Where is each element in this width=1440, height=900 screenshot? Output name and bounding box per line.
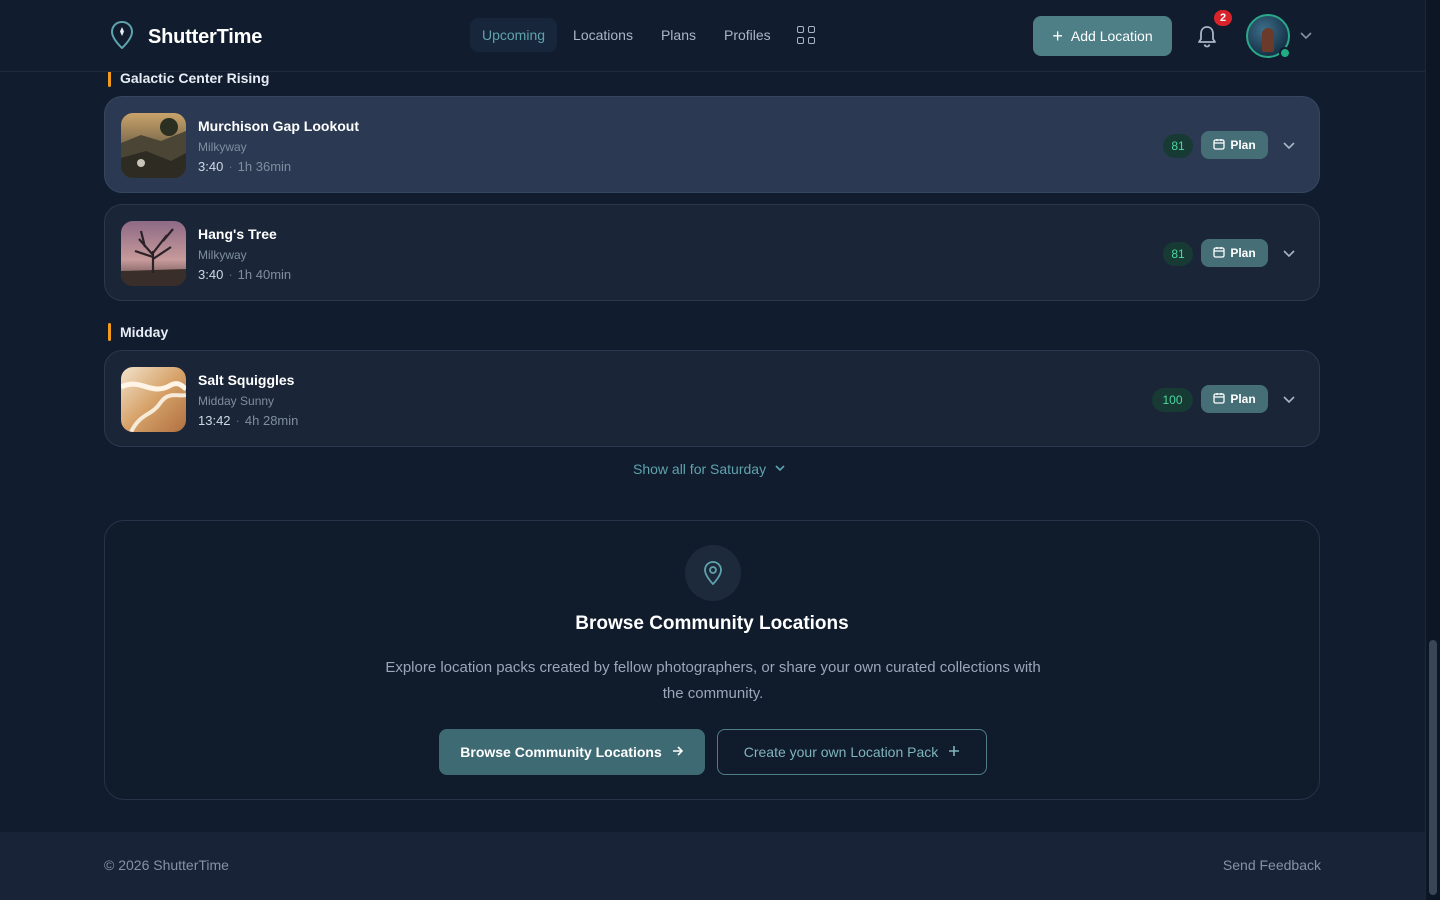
- plan-label: Plan: [1230, 138, 1256, 152]
- section-title: Midday: [120, 324, 169, 340]
- event-time: 3:40 · 1h 40min: [198, 267, 292, 282]
- notification-badge: 2: [1214, 10, 1232, 26]
- duration: 4h 28min: [244, 413, 299, 428]
- brand[interactable]: ShutterTime: [110, 20, 263, 54]
- location-type: Milkyway: [198, 248, 247, 262]
- arrow-right-icon: [672, 744, 684, 760]
- plan-label: Plan: [1230, 246, 1256, 260]
- add-location-button[interactable]: + Add Location: [1033, 16, 1172, 56]
- plus-icon: [948, 744, 960, 760]
- event-time: 13:42 · 4h 28min: [198, 413, 299, 428]
- score-badge: 81: [1163, 134, 1193, 158]
- start-time: 3:40: [198, 159, 224, 174]
- brand-name: ShutterTime: [148, 26, 263, 48]
- main-nav: Upcoming Locations Plans Profiles: [470, 18, 815, 52]
- community-description: Explore location packs created by fellow…: [385, 659, 1041, 702]
- nav-plans[interactable]: Plans: [649, 18, 708, 52]
- send-feedback-link[interactable]: Send Feedback: [1223, 857, 1321, 873]
- location-type: Midday Sunny: [198, 394, 275, 408]
- location-thumbnail: [121, 113, 186, 178]
- location-title: Salt Squiggles: [198, 372, 295, 388]
- community-title: Browse Community Locations: [575, 613, 849, 634]
- expand-chevron-icon[interactable]: [1282, 138, 1296, 157]
- start-time: 3:40: [198, 267, 224, 282]
- event-time: 3:40 · 1h 36min: [198, 159, 292, 174]
- create-pack-label: Create your own Location Pack: [743, 744, 939, 760]
- calendar-icon: [1213, 138, 1225, 153]
- plan-label: Plan: [1230, 392, 1256, 406]
- expand-chevron-icon[interactable]: [1282, 246, 1296, 265]
- location-pin-logo-icon: [110, 20, 134, 54]
- show-all-link[interactable]: Show all for Saturday: [633, 461, 786, 477]
- location-thumbnail: [121, 367, 186, 432]
- score-badge: 100: [1152, 388, 1193, 412]
- create-pack-button[interactable]: Create your own Location Pack: [717, 729, 987, 775]
- footer: © 2026 ShutterTime Send Feedback: [0, 832, 1425, 900]
- location-title: Hang's Tree: [198, 226, 277, 242]
- location-type: Milkyway: [198, 140, 247, 154]
- show-all-label: Show all for Saturday: [633, 461, 767, 477]
- section-marker: [108, 323, 111, 341]
- plan-button[interactable]: Plan: [1201, 239, 1268, 267]
- add-location-label: Add Location: [1070, 28, 1153, 44]
- score-badge: 81: [1163, 242, 1193, 266]
- duration: 1h 40min: [237, 267, 292, 282]
- plus-icon: +: [1052, 26, 1063, 46]
- browse-community-label: Browse Community Locations: [460, 744, 662, 760]
- location-card[interactable]: Hang's Tree Milkyway 3:40 · 1h 40min 81 Pl…: [104, 204, 1320, 301]
- section-title: Galactic Center Rising: [120, 70, 270, 86]
- duration: 1h 36min: [237, 159, 292, 174]
- plan-button[interactable]: Plan: [1201, 131, 1268, 159]
- bell-icon[interactable]: [1196, 24, 1218, 53]
- location-title: Murchison Gap Lookout: [198, 118, 359, 134]
- calendar-icon: [1213, 246, 1225, 261]
- chevron-down-icon[interactable]: [1299, 28, 1313, 47]
- scrollbar-thumb[interactable]: [1429, 640, 1437, 895]
- community-panel: Browse Community Locations Explore locat…: [104, 520, 1320, 800]
- location-card[interactable]: Murchison Gap Lookout Milkyway 3:40 · 1h 3…: [104, 96, 1320, 193]
- calendar-icon: [1213, 392, 1225, 407]
- online-status-icon: [1279, 47, 1291, 59]
- nav-locations[interactable]: Locations: [561, 18, 645, 52]
- location-card[interactable]: Salt Squiggles Midday Sunny 13:42 · 4h 28m…: [104, 350, 1320, 447]
- chevron-down-icon: [774, 461, 786, 477]
- location-thumbnail: [121, 221, 186, 286]
- expand-chevron-icon[interactable]: [1282, 392, 1296, 411]
- location-pin-icon: [685, 545, 741, 601]
- start-time: 13:42: [198, 413, 231, 428]
- nav-upcoming[interactable]: Upcoming: [470, 18, 558, 52]
- copyright: © 2026 ShutterTime: [104, 857, 229, 873]
- top-header: ShutterTime Upcoming Locations Plans Pro…: [0, 0, 1425, 72]
- plan-button[interactable]: Plan: [1201, 385, 1268, 413]
- browse-community-button[interactable]: Browse Community Locations: [439, 729, 705, 775]
- apps-grid-icon[interactable]: [796, 26, 815, 44]
- nav-profiles[interactable]: Profiles: [712, 18, 783, 52]
- section-label: Midday: [108, 323, 168, 341]
